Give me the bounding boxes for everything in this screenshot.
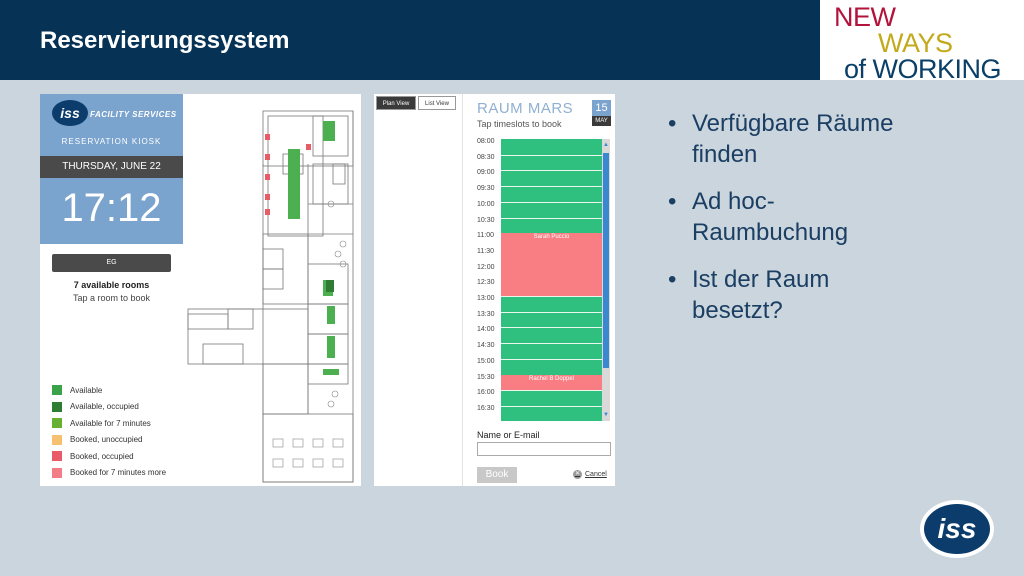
legend-label: Booked, occupied <box>70 451 134 461</box>
legend-label: Booked, unoccupied <box>70 435 143 445</box>
kiosk-date: THURSDAY, JUNE 22 <box>40 156 183 178</box>
legend-label: Available <box>70 385 103 395</box>
facility-services-label: FACILITY SERVICES <box>90 110 177 119</box>
timeslot-divider <box>501 390 602 392</box>
legend-swatch <box>52 418 62 429</box>
booked-timeslot[interactable]: Rachel B Doppel <box>501 374 602 391</box>
bullet-text: Ad hoc-Raumbuchung <box>692 188 849 246</box>
cancel-button[interactable]: ✕ Cancel <box>573 470 607 479</box>
page-title: Reservierungssystem <box>40 27 290 54</box>
new-ways-of-working-logo: NEW WAYS of WORKING <box>820 0 1024 84</box>
timeslot-divider <box>501 405 602 407</box>
bullet-dot: • <box>668 110 677 137</box>
kiosk-divider <box>40 238 183 244</box>
date-badge: 15 MAY <box>592 100 611 128</box>
bullet-dot: • <box>668 188 677 215</box>
cancel-label: Cancel <box>585 471 607 478</box>
bullet-item: • Verfügbare Räume finden <box>668 108 968 170</box>
timeslot-divider <box>501 154 602 156</box>
booking-owner: Rachel B Doppel <box>528 375 575 382</box>
view-toggle-column: Plan View List View <box>374 94 463 486</box>
scroll-down-icon[interactable]: ▼ <box>602 411 610 419</box>
iss-logo-text: iss <box>924 504 990 554</box>
legend-label: Available, occupied <box>70 402 139 412</box>
name-email-input[interactable] <box>477 442 611 456</box>
timeslot-divider <box>501 327 602 329</box>
floor-button[interactable]: EG <box>52 254 171 272</box>
timeslot-divider <box>501 217 602 219</box>
bullet-item: • Ist der Raum besetzt? <box>668 264 968 326</box>
legend-swatch <box>52 401 62 412</box>
timeslot-divider <box>501 296 602 297</box>
tap-room-hint: Tap a room to book <box>72 293 151 303</box>
brand-line-3: of WORKING <box>844 54 1002 84</box>
timeslot-divider <box>501 358 602 360</box>
floor-plan[interactable] <box>183 94 361 486</box>
room-legend: Available Available, occupied Available fo… <box>52 382 166 481</box>
scroll-thumb[interactable] <box>603 153 609 368</box>
list-view-button[interactable]: List View <box>418 96 456 110</box>
room-name: RAUM MARS <box>477 100 574 117</box>
brand-line-2: WAYS <box>878 28 953 58</box>
reservation-kiosk-label: RESERVATION KIOSK <box>61 137 162 146</box>
legend-item: Available, occupied <box>52 399 166 416</box>
bullet-dot: • <box>668 266 677 293</box>
timeslot-divider <box>501 201 602 203</box>
schedule-scrollbar[interactable]: ▲ ▼ <box>602 139 610 421</box>
brand-line-1: NEW <box>834 2 896 32</box>
legend-swatch <box>52 467 62 478</box>
iss-logo: iss <box>52 100 88 126</box>
name-email-label: Name or E-mail <box>477 430 540 440</box>
legend-item: Booked, occupied <box>52 448 166 465</box>
booking-owner: Sarah Puccio <box>533 234 570 241</box>
legend-swatch <box>52 451 62 462</box>
date-day: 15 <box>592 100 611 116</box>
timeslot-divider <box>501 170 602 172</box>
legend-swatch <box>52 434 62 445</box>
kiosk-header: iss FACILITY SERVICES RESERVATION KIOSK <box>40 94 183 156</box>
booked-timeslot[interactable]: Sarah Puccio <box>501 233 602 296</box>
kiosk-screenshot: iss FACILITY SERVICES RESERVATION KIOSK … <box>40 94 361 486</box>
available-rooms-count: 7 available rooms <box>73 280 150 290</box>
legend-label: Available for 7 minutes <box>70 418 151 428</box>
legend-item: Booked, unoccupied <box>52 432 166 449</box>
legend-item: Available for 7 minutes <box>52 415 166 432</box>
timeslot-divider <box>501 311 602 313</box>
room-schedule-panel: RAUM MARS Tap timeslots to book 15 MAY 0… <box>463 94 615 486</box>
feature-bullets: • Verfügbare Räume finden • Ad hoc-Raumbuch… <box>668 108 968 342</box>
scroll-up-icon[interactable]: ▲ <box>602 141 610 149</box>
bullet-item: • Ad hoc-Raumbuchung <box>668 186 968 248</box>
plan-view-button[interactable]: Plan View <box>376 96 416 110</box>
timeslot-divider <box>501 343 602 345</box>
book-button[interactable]: Book <box>477 467 517 483</box>
legend-item: Booked for 7 minutes more <box>52 465 166 482</box>
close-icon: ✕ <box>573 470 582 479</box>
iss-logo-footer: iss <box>920 500 994 558</box>
room-booking-screenshot: Plan View List View RAUM MARS Tap timesl… <box>374 94 615 486</box>
timeslot-grid[interactable]: Sarah Puccio Rachel B Doppel <box>501 139 602 421</box>
legend-label: Booked for 7 minutes more <box>70 468 167 478</box>
legend-item: Available <box>52 382 166 399</box>
date-month: MAY <box>592 116 611 126</box>
legend-swatch <box>52 385 62 396</box>
bullet-text: Verfügbare Räume finden <box>692 110 894 168</box>
kiosk-time: 17:12 <box>40 178 183 238</box>
timeslot-divider <box>501 186 602 188</box>
timeslot-hint: Tap timeslots to book <box>477 119 562 129</box>
kiosk-sidebar: iss FACILITY SERVICES RESERVATION KIOSK … <box>40 94 183 486</box>
bullet-text: Ist der Raum besetzt? <box>692 266 830 324</box>
